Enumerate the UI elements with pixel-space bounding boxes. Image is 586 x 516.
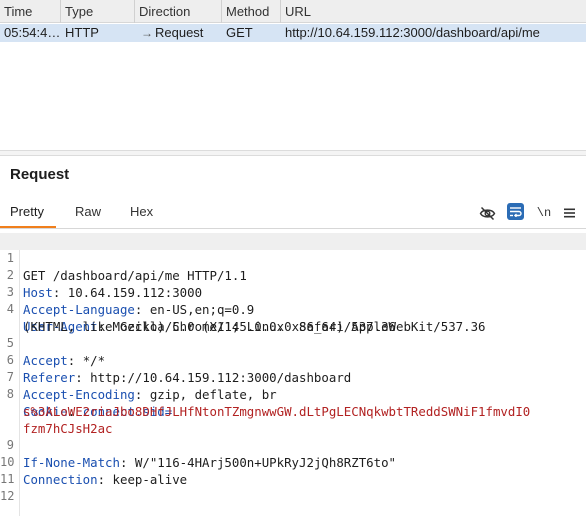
- code-line: 8 Cookie: connect.sid=: [0, 369, 586, 419]
- cell-time: 05:54:4…: [4, 25, 61, 40]
- column-header-url[interactable]: URL: [281, 0, 586, 23]
- code-line: 7 Accept-Encoding: gzip, deflate, br: [0, 352, 586, 402]
- request-panel-title: Request: [10, 166, 70, 183]
- tab-raw[interactable]: Raw: [75, 198, 101, 228]
- table-header: Time Type Direction Method URL: [0, 0, 586, 23]
- column-header-method[interactable]: Method: [222, 0, 281, 23]
- code-line: 10 Connection: keep-alive: [0, 455, 188, 487]
- tab-hex[interactable]: Hex: [130, 198, 153, 228]
- code-line: 9 If-None-Match: W/"116-4HArj500n+UPkRyJ…: [0, 420, 586, 470]
- request-editor[interactable]: 1 GET /dashboard/api/me HTTP/1.1 2 Host:…: [0, 233, 586, 516]
- menu-icon[interactable]: [560, 204, 578, 222]
- table-row[interactable]: 05:54:4… HTTP → Request GET http://10.64.…: [0, 24, 586, 42]
- code-line-wrapped: fzm7hCJsH2ac: [0, 403, 586, 436]
- code-line-wrapped: (KHTML, like Gecko) Chrome/145.0.0.0 Saf…: [0, 301, 586, 334]
- direction-label: Request: [155, 25, 204, 40]
- code-line: 3 Accept-Language: en-US,en;q=0.9: [0, 267, 586, 317]
- cell-type: HTTP: [65, 25, 99, 40]
- code-line: 2 Host: 10.64.159.112:3000: [0, 250, 586, 300]
- column-header-time[interactable]: Time: [0, 0, 61, 23]
- panel-splitter[interactable]: [0, 150, 586, 156]
- column-header-direction[interactable]: Direction: [135, 0, 222, 23]
- request-view-tabs: Pretty Raw Hex: [0, 198, 586, 229]
- code-line: 12: [0, 471, 586, 503]
- newline-icon[interactable]: \n: [535, 204, 553, 222]
- word-wrap-icon[interactable]: [507, 203, 524, 220]
- cell-method: GET: [226, 25, 253, 40]
- eye-slash-icon[interactable]: [478, 204, 496, 222]
- column-header-type[interactable]: Type: [61, 0, 135, 23]
- code-line: 1 GET /dashboard/api/me HTTP/1.1: [0, 233, 586, 283]
- arrow-right-icon: →: [141, 26, 153, 40]
- cell-direction: → Request: [135, 24, 222, 42]
- http-history-table: Time Type Direction Method URL 05:54:4… …: [0, 0, 586, 150]
- line-number: 12: [0, 489, 15, 503]
- code-line: 11: [0, 454, 586, 486]
- code-line: 5 Accept: */*: [0, 318, 586, 368]
- code-line: 4 User-Agent: Mozilla/5.0 (X11; Linux x8…: [0, 284, 586, 334]
- code-line-wrapped: s%3ALoWE2riaJbo8DHfJLHfNtonTZmgnwwGW.dLt…: [0, 386, 586, 419]
- cell-url: http://10.64.159.112:3000/dashboard/api/…: [285, 25, 540, 40]
- code-line: 6 Referer: http://10.64.159.112:3000/das…: [0, 335, 586, 385]
- tab-pretty[interactable]: Pretty: [0, 198, 56, 228]
